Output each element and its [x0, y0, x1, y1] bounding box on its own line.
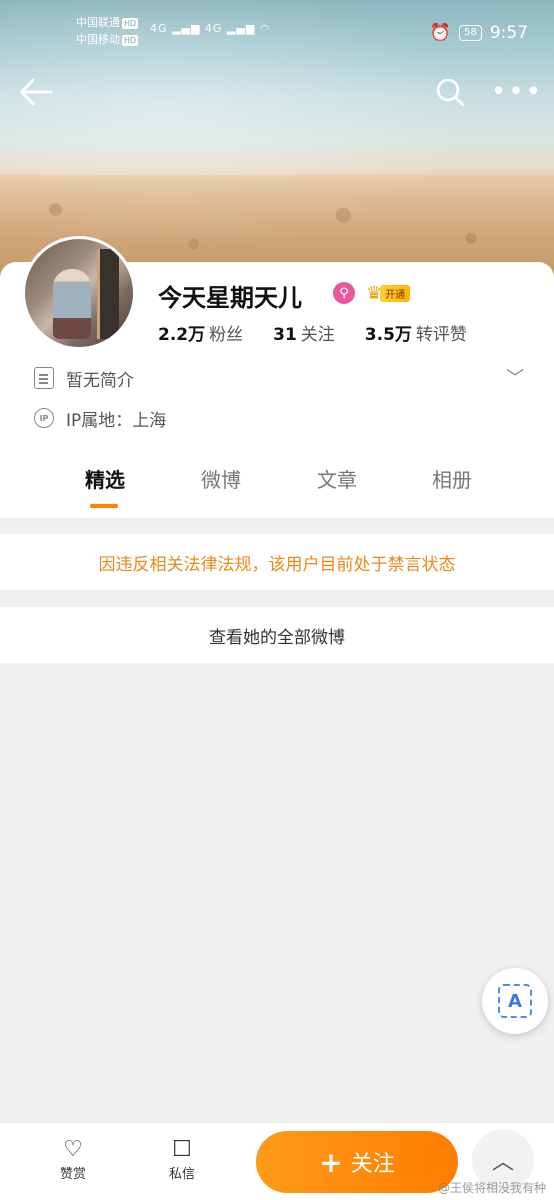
stat-following-label: 关注 [300, 325, 335, 345]
tab-featured[interactable]: 精选 [60, 464, 150, 493]
more-dots-icon: ••• [491, 77, 544, 107]
search-icon [436, 78, 465, 107]
stat-fans-label: 粉丝 [209, 325, 244, 345]
tab-weibo[interactable]: 微博 [176, 464, 266, 493]
username: 今天星期天儿 [158, 284, 302, 312]
stat-interactions-num: 3.5万 [364, 325, 412, 345]
avatar[interactable] [22, 236, 136, 350]
message-label: 私信 [168, 1167, 195, 1182]
stat-fans-num: 2.2万 [158, 325, 206, 345]
chat-bubble-icon: ☐ [172, 1137, 192, 1162]
stat-following-num: 31 [273, 325, 297, 345]
clock: 9:57 [489, 23, 528, 43]
profile-tabs: 精选 微博 文章 相册 [0, 464, 554, 514]
carrier-info: 中国联通 HD 中国移动 HD [76, 14, 139, 48]
tab-articles[interactable]: 文章 [292, 464, 382, 493]
ban-notice: 因违反相关法律法规，该用户目前处于禁言状态 [0, 534, 554, 590]
status-bar: 中国联通 HD 中国移动 HD 4G ▂▄▆ 4G ▂▄▆ ◠ ⏰ 58 9:57 [0, 14, 554, 54]
verified-badge-icon[interactable]: ⚲ [333, 282, 355, 304]
stat-interactions-label: 转评赞 [415, 325, 467, 345]
follow-label: 关注 [350, 1152, 395, 1177]
status-right: ⏰ 58 9:57 [430, 23, 528, 43]
text-recognition-button[interactable]: A [482, 968, 548, 1034]
battery-icon: 58 [459, 25, 482, 41]
avatar-photo-figure [53, 269, 91, 339]
message-button[interactable]: ☐ 私信 [157, 1137, 207, 1182]
reward-heart-icon: ♡ [63, 1137, 83, 1162]
reward-button[interactable]: ♡ 赞赏 [48, 1137, 98, 1182]
chevron-up-icon: ︿ [491, 1150, 514, 1175]
signal-2-label: 4G [204, 22, 223, 35]
bottom-action-bar: ♡ 赞赏 ☐ 私信 + 关注 ︿ @王侯将相没我有种 [0, 1122, 554, 1200]
vip-badge[interactable]: ♛ 开通 [366, 282, 411, 304]
chevron-down-icon[interactable]: ﹀ [506, 364, 524, 390]
avatar-photo-door [97, 249, 119, 339]
document-icon [34, 367, 54, 389]
carrier-2: 中国移动 [76, 33, 120, 46]
hd-badge-2: HD [122, 35, 139, 46]
hd-badge-1: HD [122, 18, 139, 29]
reward-label: 赞赏 [59, 1167, 86, 1182]
signal-1-label: 4G [150, 22, 168, 35]
ip-row: IP IP属地：上海 [34, 404, 166, 432]
profile-stats: 2.2万 粉丝 31 关注 3.5万 转评赞 [158, 320, 497, 345]
signal-icons: 4G ▂▄▆ 4G ▂▄▆ ◠ [150, 22, 271, 35]
tab-album[interactable]: 相册 [407, 464, 497, 493]
bio-text: 暂无简介 [66, 370, 134, 391]
back-arrow-icon [20, 78, 53, 106]
search-button[interactable] [430, 72, 470, 112]
ip-location-text: IP属地：上海 [66, 410, 167, 431]
vip-open-label: 开通 [380, 284, 411, 302]
back-button[interactable] [16, 72, 56, 112]
active-tab-indicator [90, 504, 118, 508]
carrier-1: 中国联通 [76, 16, 120, 29]
more-button[interactable]: ••• [491, 72, 541, 112]
text-scan-icon: A [498, 984, 532, 1018]
watermark: @王侯将相没我有种 [437, 1181, 546, 1195]
view-all-posts-link[interactable]: 查看她的全部微博 [0, 607, 554, 663]
stat-following[interactable]: 31 关注 [273, 320, 335, 345]
follow-button[interactable]: + 关注 [256, 1131, 458, 1193]
bio-row[interactable]: 暂无简介 ﹀ [34, 364, 534, 392]
alarm-icon: ⏰ [429, 23, 452, 43]
plus-icon: + [319, 1145, 343, 1179]
ip-location-icon: IP [34, 408, 54, 428]
stat-fans[interactable]: 2.2万 粉丝 [158, 320, 243, 345]
stat-interactions[interactable]: 3.5万 转评赞 [365, 320, 467, 345]
